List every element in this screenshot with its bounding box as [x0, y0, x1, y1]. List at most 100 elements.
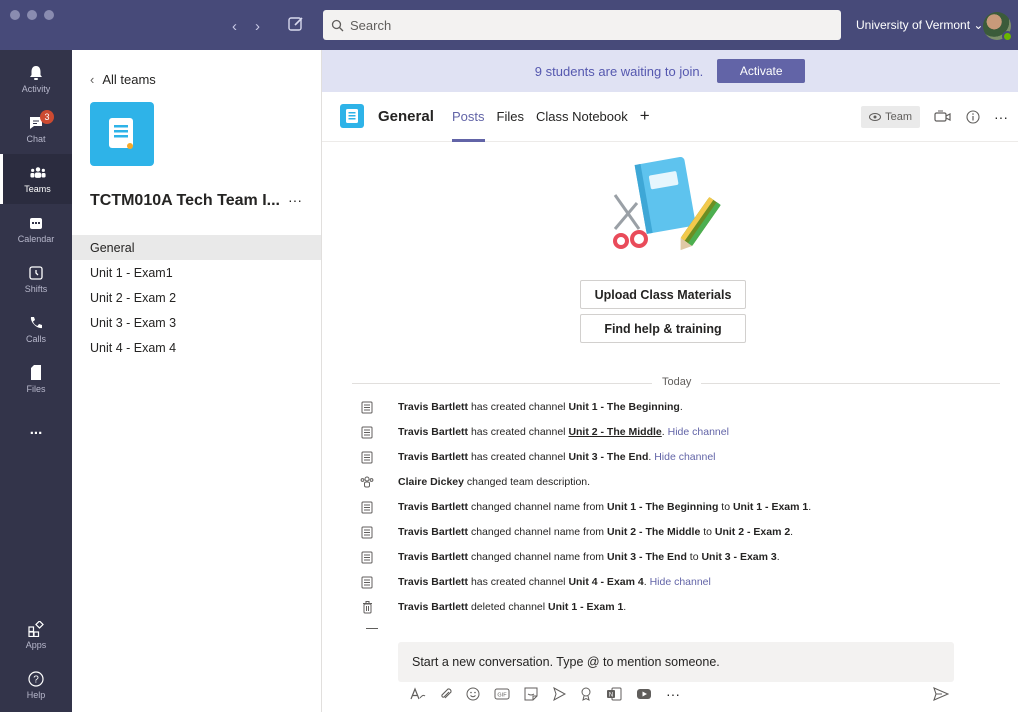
channel-icon	[360, 575, 374, 589]
channel-header: General Posts Files Class Notebook + Tea…	[322, 92, 1018, 142]
rail-item-label: Shifts	[24, 283, 48, 294]
channel-item-unit-4[interactable]: Unit 4 - Exam 4	[72, 335, 321, 360]
file-icon	[28, 365, 44, 381]
event-actor[interactable]: Claire Dickey	[398, 476, 464, 488]
new-conversation-input[interactable]: Start a new conversation. Type @ to ment…	[398, 642, 954, 682]
channel-more-button[interactable]: ···	[994, 109, 1008, 125]
rail-item-help[interactable]: ? Help	[0, 660, 72, 710]
list-item: Travis Bartlett has created channel Unit…	[360, 425, 729, 439]
rail-item-files[interactable]: Files	[0, 354, 72, 404]
info-icon[interactable]	[966, 110, 980, 124]
event-actor[interactable]: Travis Bartlett	[398, 451, 468, 463]
upload-class-materials-button[interactable]: Upload Class Materials	[580, 280, 746, 309]
event-text: changed channel name from	[468, 501, 607, 513]
collapsed-thread-indicator	[366, 628, 378, 629]
rail-item-chat[interactable]: Chat 3	[0, 104, 72, 154]
event-actor[interactable]: Travis Bartlett	[398, 526, 468, 538]
avatar[interactable]	[983, 12, 1013, 42]
close-window-button[interactable]	[10, 10, 20, 20]
tab-posts[interactable]: Posts	[452, 109, 485, 142]
event-mid: to	[686, 551, 702, 563]
event-text: changed channel name from	[468, 526, 607, 538]
hide-channel-link[interactable]: Hide channel	[654, 451, 715, 463]
rail-more-button[interactable]: ...	[0, 404, 72, 454]
event-target: Unit 3 - The End	[606, 551, 687, 563]
event-text: has created channel	[468, 426, 569, 438]
waiting-students-banner: 9 students are waiting to join. Activate	[322, 50, 1018, 92]
back-arrow-icon[interactable]: ‹	[232, 18, 237, 35]
gif-icon[interactable]: GIF	[494, 688, 510, 700]
more-icon[interactable]: ···	[666, 686, 680, 702]
rail-item-label: Calendar	[17, 233, 55, 244]
activate-button[interactable]: Activate	[717, 59, 806, 83]
minimize-window-button[interactable]	[27, 10, 37, 20]
team-view-button[interactable]: Team	[861, 106, 920, 128]
list-item: Travis Bartlett changed channel name fro…	[360, 525, 793, 539]
event-text: has created channel	[468, 401, 569, 413]
event-target-new: Unit 3 - Exam 3	[701, 551, 777, 563]
compose-icon[interactable]	[287, 15, 305, 33]
tab-class-notebook[interactable]: Class Notebook	[536, 109, 628, 124]
rail-item-teams[interactable]: Teams	[0, 154, 72, 204]
list-item: Travis Bartlett changed channel name fro…	[360, 500, 811, 514]
hide-channel-link[interactable]: Hide channel	[650, 576, 711, 588]
channel-list: General Unit 1 - Exam1 Unit 2 - Exam 2 U…	[72, 235, 321, 360]
rail-item-shifts[interactable]: Shifts	[0, 254, 72, 304]
hide-channel-link[interactable]: Hide channel	[668, 426, 729, 438]
team-more-options-button[interactable]: ···	[288, 192, 302, 208]
youtube-icon[interactable]	[636, 688, 652, 700]
event-actor[interactable]: Travis Bartlett	[398, 501, 468, 513]
event-text: changed team description.	[463, 476, 591, 488]
event-target: Unit 4 - Exam 4	[568, 576, 644, 588]
date-separator: Today	[652, 376, 702, 388]
event-actor[interactable]: Travis Bartlett	[398, 401, 468, 413]
meet-icon[interactable]	[552, 687, 566, 701]
event-tail: .	[790, 526, 794, 538]
trash-icon	[360, 600, 374, 614]
all-teams-link[interactable]: ‹ All teams	[90, 72, 156, 87]
event-text: changed channel name from	[468, 551, 607, 563]
rail-item-apps[interactable]: Apps	[0, 610, 72, 660]
event-actor[interactable]: Travis Bartlett	[398, 576, 468, 588]
channel-item-general[interactable]: General	[72, 235, 321, 260]
event-actor[interactable]: Travis Bartlett	[398, 601, 468, 613]
format-icon[interactable]	[410, 687, 426, 701]
channel-icon	[360, 500, 374, 514]
meet-now-icon[interactable]	[934, 110, 952, 124]
class-materials-illustration	[613, 156, 721, 251]
event-tail: .	[623, 601, 627, 613]
search-placeholder: Search	[350, 17, 392, 33]
channel-icon	[360, 425, 374, 439]
window-controls[interactable]	[10, 10, 54, 20]
emoji-icon[interactable]	[466, 687, 480, 701]
org-switcher[interactable]: University of Vermont ⌄	[856, 18, 983, 32]
event-target-link[interactable]: Unit 2 - The Middle	[568, 426, 661, 438]
event-mid: to	[718, 501, 733, 513]
event-actor[interactable]: Travis Bartlett	[398, 551, 468, 563]
praise-icon[interactable]	[580, 687, 592, 701]
composer-toolbar: GIF N ···	[410, 686, 680, 702]
attach-icon[interactable]	[440, 687, 452, 701]
channel-item-unit-3[interactable]: Unit 3 - Exam 3	[72, 310, 321, 335]
tab-files[interactable]: Files	[497, 109, 524, 124]
channel-item-unit-1[interactable]: Unit 1 - Exam1	[72, 260, 321, 285]
rail-item-activity[interactable]: Activity	[0, 54, 72, 104]
zoom-window-button[interactable]	[44, 10, 54, 20]
class-notebook-icon	[109, 118, 133, 149]
rail-item-label: Help	[26, 689, 46, 700]
send-icon[interactable]	[933, 687, 949, 701]
find-help-training-button[interactable]: Find help & training	[580, 314, 746, 343]
onenote-icon[interactable]: N	[606, 687, 622, 701]
event-actor[interactable]: Travis Bartlett	[398, 426, 468, 438]
channel-icon	[360, 550, 374, 564]
svg-text:N: N	[609, 693, 613, 699]
sticker-icon[interactable]	[524, 687, 538, 701]
search-input[interactable]: Search	[323, 10, 841, 40]
rail-item-calls[interactable]: Calls	[0, 304, 72, 354]
forward-arrow-icon[interactable]: ›	[255, 18, 260, 35]
app-rail: Activity Chat 3 Teams Calendar Shifts Ca…	[0, 50, 72, 712]
phone-icon	[28, 315, 44, 331]
add-tab-button[interactable]: +	[640, 107, 650, 124]
channel-item-unit-2[interactable]: Unit 2 - Exam 2	[72, 285, 321, 310]
rail-item-calendar[interactable]: Calendar	[0, 204, 72, 254]
